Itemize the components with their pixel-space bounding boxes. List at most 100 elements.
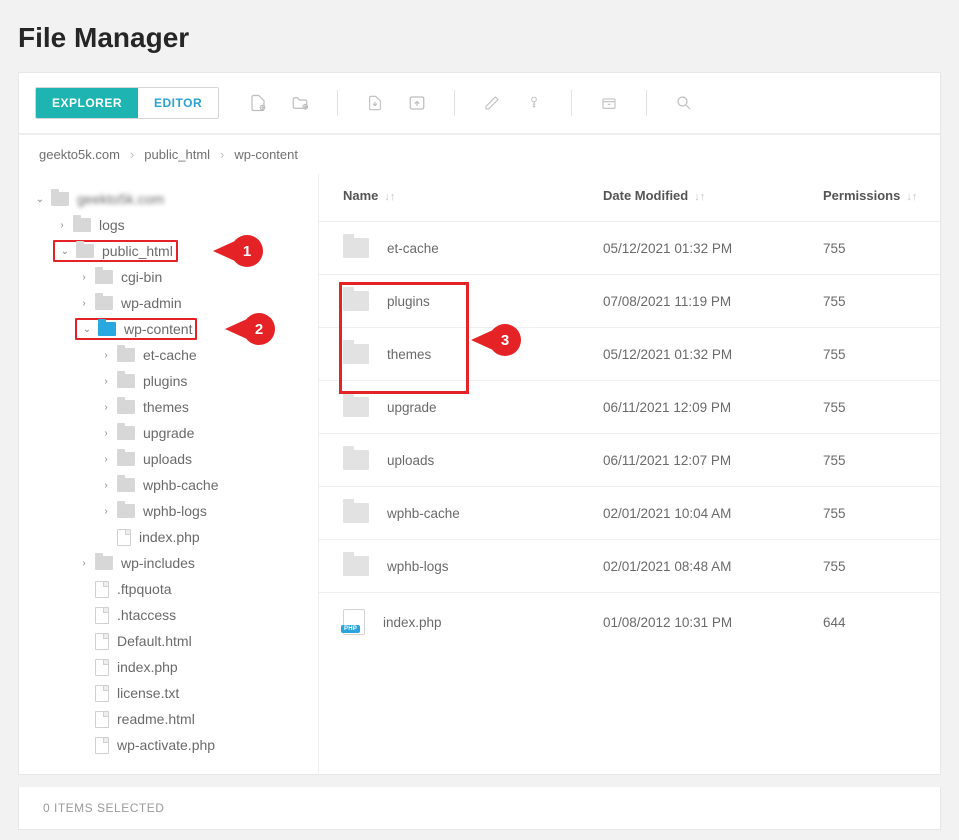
tree-item[interactable]: ›index.php	[29, 654, 318, 680]
chevron-right-icon[interactable]: ›	[99, 376, 113, 387]
explorer-tab[interactable]: EXPLORER	[36, 88, 138, 118]
tree-label: index.php	[117, 659, 178, 675]
breadcrumb-item[interactable]: geekto5k.com	[39, 147, 120, 162]
table-row[interactable]: wphb-logs02/01/2021 08:48 AM755	[319, 539, 940, 592]
file-name: upgrade	[387, 400, 437, 415]
annotation-2: 2	[225, 313, 275, 345]
breadcrumb-item[interactable]: public_html	[144, 147, 210, 162]
tree-label: wphb-logs	[143, 503, 207, 519]
folder-icon	[117, 504, 135, 518]
tree-item[interactable]: ›wp-activate.php	[29, 732, 318, 758]
tree-label: uploads	[143, 451, 192, 467]
search-icon[interactable]	[673, 92, 695, 114]
tree-item[interactable]: ›plugins	[29, 368, 318, 394]
breadcrumb-item[interactable]: wp-content	[234, 147, 298, 162]
tree-label: wp-content	[124, 321, 192, 337]
chevron-right-icon[interactable]: ›	[99, 350, 113, 361]
tree-item-public-html[interactable]: ⌄ public_html	[29, 238, 318, 264]
sort-icon: ↓↑	[384, 191, 395, 203]
chevron-right-icon[interactable]: ›	[99, 480, 113, 491]
tree-item[interactable]: ›upgrade	[29, 420, 318, 446]
tree-item[interactable]: › uploads	[29, 446, 318, 472]
tree-item-cgi-bin[interactable]: › cgi-bin	[29, 264, 318, 290]
new-folder-icon[interactable]	[289, 92, 311, 114]
table-row[interactable]: wphb-cache02/01/2021 10:04 AM755	[319, 486, 940, 539]
file-icon	[95, 581, 109, 598]
folder-icon	[95, 556, 113, 570]
table-row[interactable]: et-cache05/12/2021 01:32 PM755	[319, 221, 940, 274]
tree-label: geekto5k.com	[77, 191, 164, 207]
tree-item[interactable]: › et-cache	[29, 342, 318, 368]
upload-icon[interactable]	[406, 92, 428, 114]
tree-label: license.txt	[117, 685, 179, 701]
file-icon	[95, 633, 109, 650]
chevron-right-icon[interactable]: ›	[77, 558, 91, 569]
editor-tab[interactable]: EDITOR	[138, 88, 218, 118]
tree-item[interactable]: ›license.txt	[29, 680, 318, 706]
file-icon	[95, 737, 109, 754]
breadcrumb: geekto5k.com › public_html › wp-content	[19, 134, 940, 174]
tree-item[interactable]: ›.ftpquota	[29, 576, 318, 602]
folder-icon	[76, 244, 94, 258]
chevron-right-icon[interactable]: ›	[99, 454, 113, 465]
tree-label: cgi-bin	[121, 269, 162, 285]
tree-item[interactable]: ›wphb-cache	[29, 472, 318, 498]
annotation-1: 1	[213, 235, 263, 267]
tree-item[interactable]: › themes	[29, 394, 318, 420]
folder-icon	[117, 452, 135, 466]
file-icon	[95, 711, 109, 728]
table-row[interactable]: index.php01/08/2012 10:31 PM644	[319, 592, 940, 651]
download-icon[interactable]	[364, 92, 386, 114]
chevron-right-icon[interactable]: ›	[77, 298, 91, 309]
file-perm: 755	[823, 506, 940, 521]
tree-item[interactable]: › wphb-logs	[29, 498, 318, 524]
tree-item[interactable]: ›readme.html	[29, 706, 318, 732]
file-name: et-cache	[387, 241, 439, 256]
file-date: 02/01/2021 10:04 AM	[603, 506, 823, 521]
tree-item[interactable]: ›Default.html	[29, 628, 318, 654]
chevron-right-icon[interactable]: ›	[77, 272, 91, 283]
archive-icon[interactable]	[598, 92, 620, 114]
tree-label: themes	[143, 399, 189, 415]
chevron-down-icon[interactable]: ⌄	[58, 246, 72, 257]
folder-icon	[343, 450, 369, 470]
tree-root[interactable]: ⌄ geekto5k.com	[29, 186, 318, 212]
tree-label: et-cache	[143, 347, 197, 363]
column-name[interactable]: Name↓↑	[343, 188, 603, 203]
sort-icon: ↓↑	[694, 191, 705, 203]
folder-icon	[343, 238, 369, 258]
folder-icon	[95, 296, 113, 310]
chevron-down-icon[interactable]: ⌄	[33, 194, 47, 205]
folder-icon	[343, 556, 369, 576]
permissions-icon[interactable]	[523, 92, 545, 114]
file-name: uploads	[387, 453, 434, 468]
chevron-right-icon: ›	[220, 147, 224, 162]
chevron-right-icon[interactable]: ›	[55, 220, 69, 231]
chevron-right-icon[interactable]: ›	[99, 506, 113, 517]
column-permissions[interactable]: Permissions↓↑	[823, 188, 940, 203]
chevron-right-icon: ›	[130, 147, 134, 162]
file-icon	[95, 607, 109, 624]
table-row[interactable]: uploads06/11/2021 12:07 PM755	[319, 433, 940, 486]
file-perm: 755	[823, 453, 940, 468]
folder-icon	[117, 374, 135, 388]
new-file-icon[interactable]	[247, 92, 269, 114]
chevron-right-icon[interactable]: ›	[99, 428, 113, 439]
folder-icon	[95, 270, 113, 284]
chevron-right-icon[interactable]: ›	[99, 402, 113, 413]
tree-label: wp-includes	[121, 555, 195, 571]
file-perm: 755	[823, 347, 940, 362]
php-file-icon	[343, 609, 365, 635]
tree-label: public_html	[102, 243, 173, 259]
chevron-down-icon[interactable]: ⌄	[80, 324, 94, 335]
tree-item-logs[interactable]: › logs	[29, 212, 318, 238]
page-title: File Manager	[0, 0, 959, 72]
folder-icon	[117, 426, 135, 440]
tree-item-wp-includes[interactable]: › wp-includes	[29, 550, 318, 576]
file-date: 07/08/2021 11:19 PM	[603, 294, 823, 309]
tree-item[interactable]: ›.htaccess	[29, 602, 318, 628]
edit-icon[interactable]	[481, 92, 503, 114]
tree-label: wp-admin	[121, 295, 182, 311]
column-date[interactable]: Date Modified↓↑	[603, 188, 823, 203]
tree-item[interactable]: ›index.php	[29, 524, 318, 550]
